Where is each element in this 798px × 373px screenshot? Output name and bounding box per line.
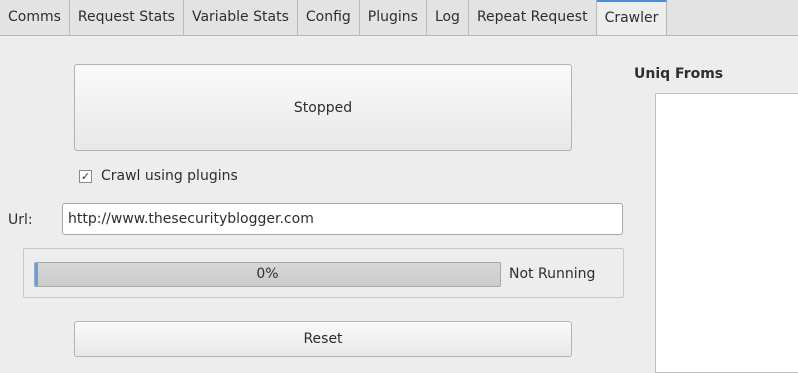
tab-comms[interactable]: Comms (0, 0, 70, 35)
tab-config[interactable]: Config (298, 0, 360, 35)
progress-text: 0% (256, 266, 279, 282)
tab-log[interactable]: Log (427, 0, 469, 35)
progress-bar: 0% (34, 262, 501, 287)
tab-request-stats[interactable]: Request Stats (70, 0, 184, 35)
crawl-state-button[interactable]: Stopped (74, 64, 572, 151)
reset-button[interactable]: Reset (74, 321, 572, 357)
tab-crawler[interactable]: Crawler (596, 0, 668, 35)
tab-bar: Comms Request Stats Variable Stats Confi… (0, 0, 798, 36)
crawl-plugins-label: Crawl using plugins (101, 168, 238, 184)
crawl-plugins-option[interactable]: ✓ Crawl using plugins (79, 166, 238, 186)
tab-repeat-request[interactable]: Repeat Request (469, 0, 597, 35)
crawl-state-label: Stopped (293, 99, 353, 116)
crawl-plugins-checkbox[interactable]: ✓ (79, 169, 92, 183)
reset-label: Reset (303, 331, 343, 347)
tab-plugins[interactable]: Plugins (360, 0, 427, 35)
status-text: Not Running (509, 266, 596, 282)
uniq-froms-list[interactable] (655, 93, 798, 373)
url-input[interactable]: http://www.thesecurityblogger.com (62, 203, 623, 235)
url-label: Url: (8, 212, 33, 228)
tab-variable-stats[interactable]: Variable Stats (184, 0, 298, 35)
uniq-froms-title: Uniq Froms (634, 66, 724, 82)
check-icon: ✓ (80, 169, 91, 183)
